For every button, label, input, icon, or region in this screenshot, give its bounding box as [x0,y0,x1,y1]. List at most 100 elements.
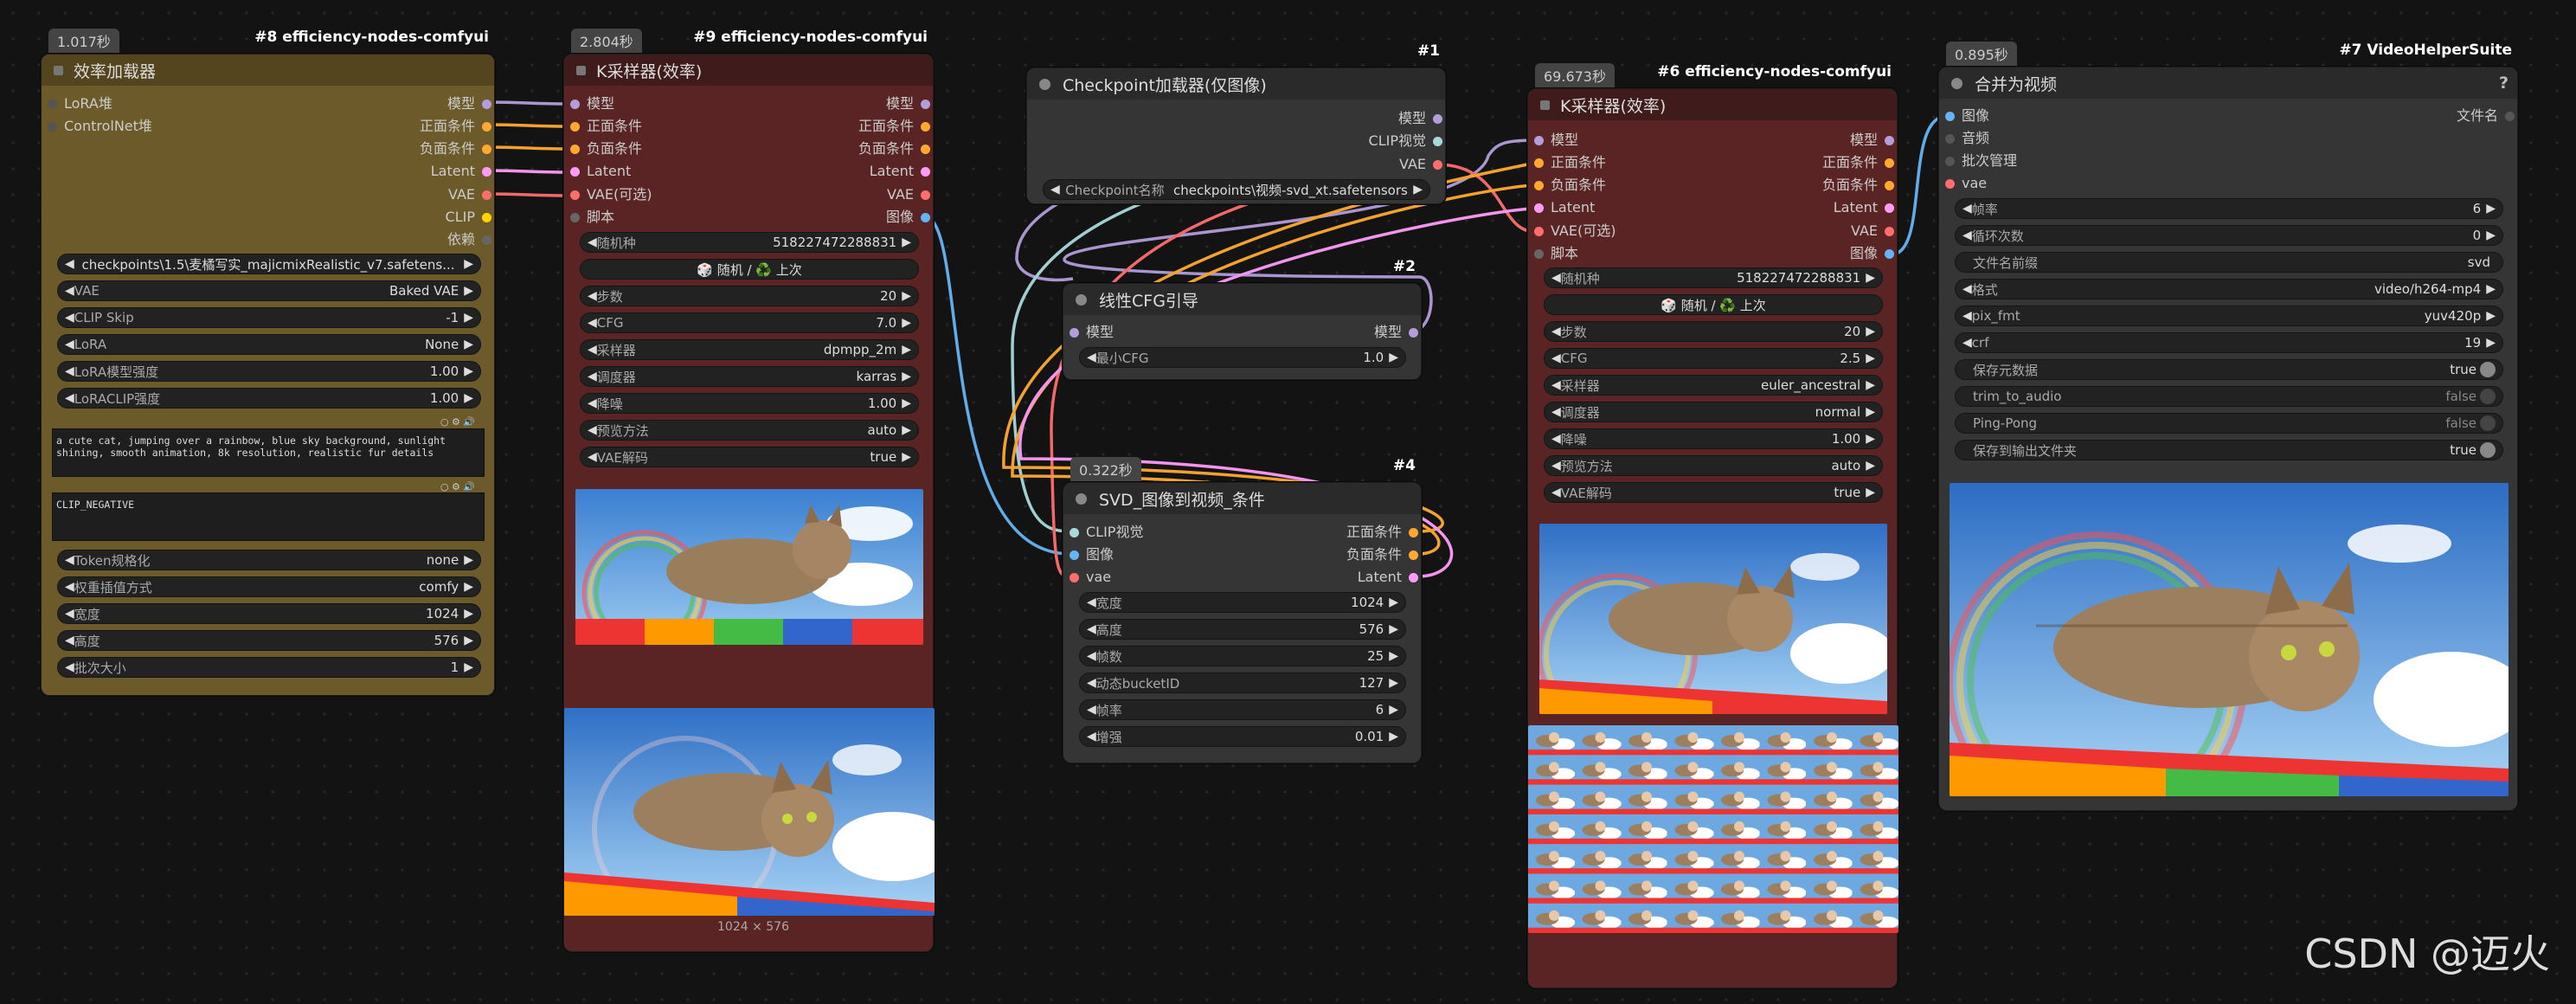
node-header[interactable]: K采样器(效率) [564,55,933,86]
arrow-right-icon[interactable]: ▶ [1866,486,1875,499]
socket-icon[interactable] [1885,226,1894,236]
widget-preview-method[interactable]: ◀ 预览方法 auto ▶ [580,420,919,441]
collapse-icon[interactable] [1540,100,1550,110]
output-positive[interactable]: 正面条件 [1822,154,1894,171]
arrow-left-icon[interactable]: ◀ [1087,703,1096,717]
output-clip[interactable]: CLIP [446,209,491,226]
output-latent[interactable]: Latent [1834,199,1894,216]
arrow-left-icon[interactable]: ◀ [588,396,597,410]
input-audio[interactable]: 音频 [1945,130,1989,147]
widget-height[interactable]: ◀ 高度 576 ▶ [1079,619,1406,640]
widget-batch-size[interactable]: ◀ 批次大小 1 ▶ [57,657,481,678]
node-ksampler-efficient-6[interactable]: 69.673秒 #6 efficiency-nodes-comfyui K采样器… [1527,63,1898,988]
socket-icon[interactable] [1534,158,1544,168]
socket-icon[interactable] [1885,135,1894,145]
arrow-left-icon[interactable]: ◀ [1551,432,1561,446]
input-positive[interactable]: 正面条件 [1534,154,1606,171]
video-preview[interactable] [1950,483,2509,796]
arrow-left-icon[interactable]: ◀ [1963,282,1972,296]
arrow-left-icon[interactable]: ◀ [65,257,74,271]
socket-icon[interactable] [1945,111,1955,121]
widget-denoise[interactable]: ◀ 降噪 1.00 ▶ [1544,428,1883,449]
output-negative[interactable]: 负面条件 [1822,177,1894,194]
arrow-right-icon[interactable]: ▶ [464,284,473,298]
node-header[interactable]: 线性CFG引导 [1063,284,1421,315]
socket-icon[interactable] [1885,180,1894,190]
widget-seed[interactable]: ◀ 随机种 518227472288831 ▶ [580,232,919,253]
arrow-right-icon[interactable]: ▶ [1389,703,1398,717]
widget-height[interactable]: ◀ 高度 576 ▶ [57,630,481,651]
input-image[interactable]: 图像 [1070,546,1114,563]
arrow-left-icon[interactable]: ◀ [1551,378,1561,392]
input-batch-manager[interactable]: 批次管理 [1945,152,2017,170]
randomize-button[interactable]: 🎲 随机 / ♻️ 上次 [580,259,919,280]
socket-icon[interactable] [921,99,930,109]
negative-prompt-textarea[interactable]: CLIP_NEGATIVE [52,492,485,541]
socket-icon[interactable] [1945,178,1955,189]
output-image[interactable]: 图像 [886,209,930,226]
socket-icon[interactable] [1945,156,1955,166]
input-latent[interactable]: Latent [1534,199,1595,216]
widget-cfg[interactable]: ◀ CFG 2.5 ▶ [1544,348,1883,369]
socket-icon[interactable] [570,166,580,177]
output-negative[interactable]: 负面条件 [1346,546,1418,563]
output-vae[interactable]: VAE [448,186,491,203]
toggle-save-metadata[interactable]: 保存元数据 true [1955,359,2503,380]
widget-pix-fmt[interactable]: ◀ pix_fmt yuv420p ▶ [1955,306,2503,326]
input-script[interactable]: 脚本 [1534,245,1578,262]
widget-min-cfg[interactable]: ◀ 最小CFG 1.0 ▶ [1079,347,1406,368]
arrow-right-icon[interactable]: ▶ [464,338,473,351]
node-header[interactable]: SVD_图像到视频_条件 [1063,483,1421,514]
toggle-save-output[interactable]: 保存到输出文件夹 true [1955,440,2503,460]
arrow-left-icon[interactable]: ◀ [1551,459,1561,473]
socket-icon[interactable] [1885,203,1894,213]
socket-icon[interactable] [921,166,930,177]
widget-clip-skip[interactable]: ◀ CLIP Skip -1 ▶ [57,307,481,328]
input-model[interactable]: 模型 [1534,132,1578,149]
collapse-icon[interactable] [1951,77,1963,89]
socket-icon[interactable] [921,190,930,200]
socket-icon[interactable] [1534,180,1544,190]
socket-icon[interactable] [482,144,491,154]
socket-icon[interactable] [921,121,930,132]
widget-crf[interactable]: ◀ crf 19 ▶ [1955,332,2503,353]
help-icon[interactable]: ? [2499,74,2509,93]
output-vae[interactable]: VAE [1851,222,1894,240]
arrow-right-icon[interactable]: ▶ [1866,432,1875,446]
socket-icon[interactable] [1070,327,1079,338]
arrow-left-icon[interactable]: ◀ [588,289,597,303]
arrow-right-icon[interactable]: ▶ [2486,309,2496,323]
widget-lora[interactable]: ◀ LoRA None ▶ [57,334,481,355]
socket-icon[interactable] [1409,327,1418,338]
toggle-trim-to-audio[interactable]: trim_to_audio false [1955,386,2503,407]
widget-vae[interactable]: ◀ VAE Baked VAE ▶ [57,280,481,301]
arrow-right-icon[interactable]: ▶ [902,450,911,464]
output-dependencies[interactable]: 依赖 [447,231,491,248]
randomize-button[interactable]: 🎲 随机 / ♻️ 上次 [1544,294,1883,315]
input-model[interactable]: 模型 [1070,324,1114,341]
input-model[interactable]: 模型 [570,95,614,113]
socket-icon[interactable] [1534,135,1544,145]
socket-icon[interactable] [1433,159,1442,170]
arrow-right-icon[interactable]: ▶ [1389,351,1398,364]
socket-icon[interactable] [482,212,491,222]
widget-token-normalization[interactable]: ◀ Token规格化 none ▶ [57,550,481,570]
widget-motion-bucket-id[interactable]: ◀ 动态bucketID 127 ▶ [1079,673,1406,693]
arrow-right-icon[interactable]: ▶ [1389,676,1398,690]
positive-prompt-textarea[interactable]: a cute cat, jumping over a rainbow, blue… [52,428,485,477]
arrow-left-icon[interactable]: ◀ [1963,228,1972,242]
arrow-right-icon[interactable]: ▶ [2486,282,2496,296]
arrow-left-icon[interactable]: ◀ [65,311,74,325]
arrow-right-icon[interactable]: ▶ [464,257,473,271]
input-negative[interactable]: 负面条件 [1534,177,1606,194]
arrow-right-icon[interactable]: ▶ [902,343,911,357]
node-linear-cfg-guidance[interactable]: #2 线性CFG引导 模型 模型 ◀ 最小CFG 1.0 ▶ [1063,258,1422,380]
input-images[interactable]: 图像 [1945,107,1989,125]
socket-icon[interactable] [1885,248,1894,259]
arrow-left-icon[interactable]: ◀ [588,450,597,464]
collapse-icon[interactable] [54,65,63,75]
arrow-right-icon[interactable]: ▶ [1413,183,1423,196]
arrow-right-icon[interactable]: ▶ [902,235,911,249]
arrow-left-icon[interactable]: ◀ [65,634,74,647]
widget-sampler[interactable]: ◀ 采样器 euler_ancestral ▶ [1544,375,1883,396]
